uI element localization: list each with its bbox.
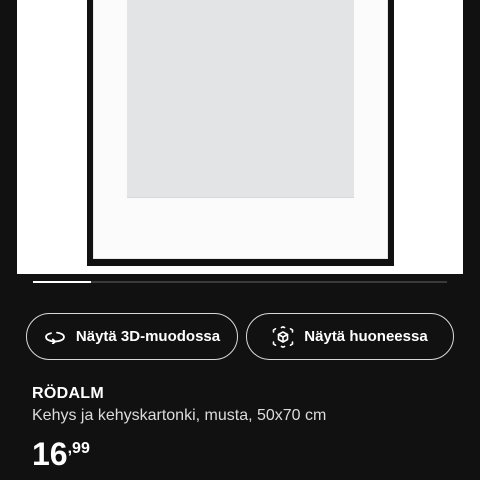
product-name[interactable]: RÖDALM [32, 385, 104, 403]
product-description: Kehys ja kehyskartonki, musta, 50x70 cm [32, 407, 327, 424]
price-integer: 16 [32, 436, 68, 472]
product-price: 16 ,99 [32, 437, 90, 471]
price-decimal: ,99 [67, 440, 90, 457]
view-in-room-button[interactable]: Näytä huoneessa [246, 313, 454, 360]
image-carousel-progress [33, 281, 447, 283]
view-3d-label: Näytä 3D-muodossa [75, 328, 221, 345]
picture-frame [87, 0, 394, 266]
view-in-room-label: Näytä huoneessa [304, 328, 428, 345]
mat-opening [127, 0, 354, 198]
image-carousel-progress-fill [33, 281, 91, 283]
view-3d-button[interactable]: Näytä 3D-muodossa [26, 313, 238, 360]
product-image[interactable] [17, 0, 463, 274]
augmented-reality-cube-icon [272, 325, 294, 348]
rotate-3d-icon [44, 326, 66, 348]
frame-mat [93, 0, 388, 259]
